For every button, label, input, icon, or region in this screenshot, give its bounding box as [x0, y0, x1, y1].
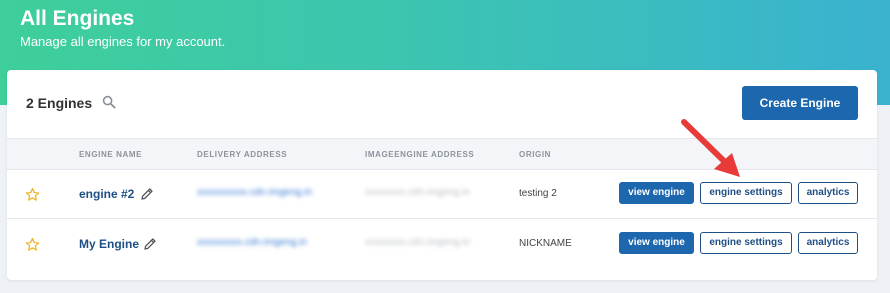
origin-value: NICKNAME — [519, 238, 572, 249]
engine-settings-button[interactable]: engine settings — [700, 232, 792, 254]
analytics-button[interactable]: analytics — [798, 182, 858, 204]
delivery-address[interactable]: xxxxxxxxx.cdn.imgeng.in — [197, 237, 307, 248]
annotation-arrow-icon — [681, 119, 740, 177]
analytics-button[interactable]: analytics — [798, 232, 858, 254]
imageengine-address: xxxxxxxx.cdn.imgeng.in — [365, 237, 471, 248]
create-engine-button[interactable]: Create Engine — [742, 86, 858, 120]
engine-name-link[interactable]: engine #2 — [79, 187, 134, 201]
column-header-origin: ORIGIN — [519, 150, 552, 159]
column-header-imageengine-address: IMAGEENGINE ADDRESS — [365, 150, 475, 159]
column-header-delivery-address: DELIVERY ADDRESS — [197, 150, 288, 159]
table-row: My Engine xxxxxxxxx.cdn.imgeng.in xxxxxx… — [7, 220, 877, 269]
page-subtitle: Manage all engines for my account. — [20, 34, 226, 49]
view-engine-button[interactable]: view engine — [619, 232, 694, 254]
pencil-icon[interactable] — [139, 186, 155, 202]
pencil-icon[interactable] — [142, 236, 158, 252]
imageengine-address: xxxxxxxx.cdn.imgeng.in — [365, 187, 471, 198]
engine-count: 2 Engines — [26, 95, 93, 111]
page-title: All Engines — [20, 7, 135, 30]
star-icon[interactable] — [25, 187, 40, 202]
column-header-engine-name: ENGINE NAME — [79, 150, 143, 159]
engine-name-link[interactable]: My Engine — [79, 237, 139, 251]
search-icon[interactable] — [102, 95, 116, 109]
delivery-address[interactable]: xxxxxxxxxx.cdn.imgeng.in — [197, 187, 312, 198]
origin-value: testing 2 — [519, 188, 557, 199]
star-icon[interactable] — [25, 237, 40, 252]
